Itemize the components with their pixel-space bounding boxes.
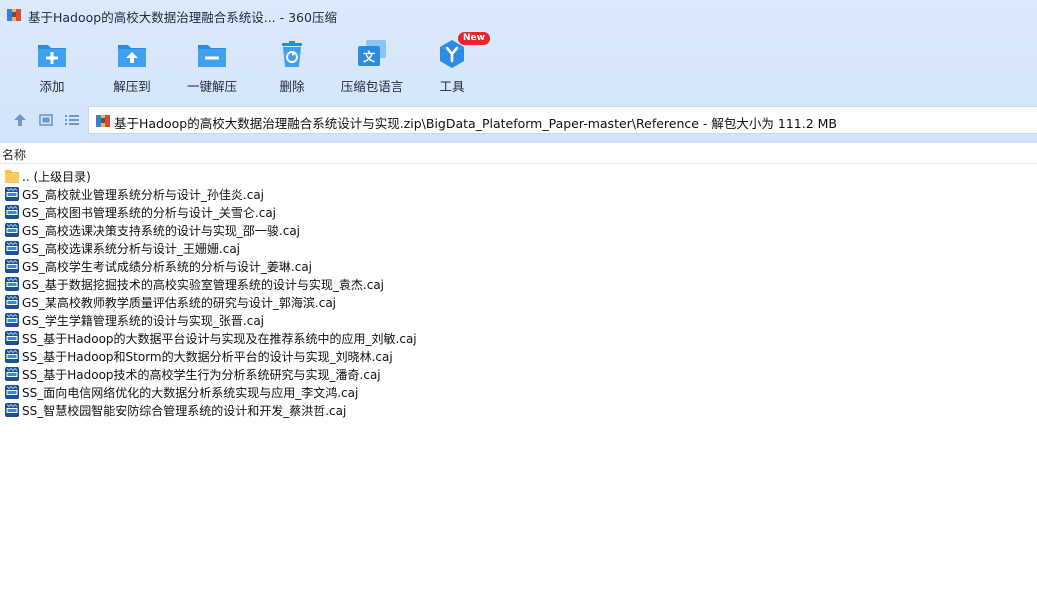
file-row[interactable]: SS_基于Hadoop技术的高校学生行为分析系统研究与实现_潘奇.caj xyxy=(0,365,1037,383)
app-window: 基于Hadoop的高校大数据治理融合系统设... - 360压缩 添加 解压到 xyxy=(0,0,1037,592)
file-row[interactable]: GS_高校学生考试成绩分析系统的分析与设计_姜琳.caj xyxy=(0,257,1037,275)
tools-button[interactable]: New 工具 xyxy=(412,32,492,96)
file-row[interactable]: GS_高校图书管理系统的分析与设计_关雪仑.caj xyxy=(0,203,1037,221)
parent-directory-row[interactable]: .. (上级目录) xyxy=(0,167,1037,185)
zip-file-icon xyxy=(96,115,110,127)
address-path: 基于Hadoop的高校大数据治理融合系统设计与实现.zip\BigData_Pl… xyxy=(114,116,838,131)
extract-to-icon xyxy=(118,45,146,67)
file-row[interactable]: GS_学生学籍管理系统的设计与实现_张晋.caj xyxy=(0,311,1037,329)
extract-to-label: 解压到 xyxy=(113,79,151,94)
caj-file-icon xyxy=(5,205,19,219)
archive-language-button[interactable]: 文 压缩包语言 xyxy=(332,36,412,96)
file-name: GS_高校图书管理系统的分析与设计_关雪仑.caj xyxy=(22,206,277,220)
caj-file-icon xyxy=(5,403,19,417)
file-name: GS_高校就业管理系统分析与设计_孙佳炎.caj xyxy=(22,188,265,202)
file-row[interactable]: SS_面向电信网络优化的大数据分析系统实现与应用_李文鸿.caj xyxy=(0,383,1037,401)
file-name: GS_学生学籍管理系统的设计与实现_张晋.caj xyxy=(22,314,265,328)
caj-file-icon xyxy=(5,241,19,255)
file-row[interactable]: GS_高校选课决策支持系统的设计与实现_邵一骏.caj xyxy=(0,221,1037,239)
delete-label: 删除 xyxy=(279,79,305,94)
caj-file-icon xyxy=(5,367,19,381)
parent-directory-label: .. (上级目录) xyxy=(22,170,91,184)
new-badge: New xyxy=(458,32,490,45)
svg-text:文: 文 xyxy=(363,49,376,64)
file-row[interactable]: GS_某高校教师教学质量评估系统的研究与设计_郭海滨.caj xyxy=(0,293,1037,311)
add-button[interactable]: 添加 xyxy=(12,36,92,96)
file-name: SS_基于Hadoop技术的高校学生行为分析系统研究与实现_潘奇.caj xyxy=(22,368,381,382)
file-row[interactable]: SS_智慧校园智能安防综合管理系统的设计和开发_蔡洪哲.caj xyxy=(0,401,1037,419)
file-list-header: 名称 xyxy=(0,143,1037,164)
caj-file-icon xyxy=(5,385,19,399)
caj-file-icon xyxy=(5,187,19,201)
archive-app-icon xyxy=(7,9,21,21)
file-row[interactable]: SS_基于Hadoop的大数据平台设计与实现及在推荐系统中的应用_刘敏.caj xyxy=(0,329,1037,347)
one-click-extract-label: 一键解压 xyxy=(186,79,237,94)
caj-file-icon xyxy=(5,331,19,345)
one-click-extract-button[interactable]: 一键解压 xyxy=(172,36,252,96)
caj-file-icon xyxy=(5,223,19,237)
column-header-name[interactable]: 名称 xyxy=(2,146,26,163)
window-title: 基于Hadoop的高校大数据治理融合系统设... - 360压缩 xyxy=(28,10,337,25)
caj-file-icon xyxy=(5,313,19,327)
file-name: GS_基于数据挖掘技术的高校实验室管理系统的设计与实现_袁杰.caj xyxy=(22,278,385,292)
caj-file-icon xyxy=(5,277,19,291)
file-row[interactable]: SS_基于Hadoop和Storm的大数据分析平台的设计与实现_刘晓林.caj xyxy=(0,347,1037,365)
delete-icon xyxy=(282,41,302,67)
add-icon xyxy=(38,45,66,67)
language-icon: 文 xyxy=(358,40,386,66)
address-row: 基于Hadoop的高校大数据治理融合系统设计与实现.zip\BigData_Pl… xyxy=(0,104,1037,136)
folder-icon xyxy=(5,170,19,183)
add-label: 添加 xyxy=(39,79,65,94)
file-name: GS_某高校教师教学质量评估系统的研究与设计_郭海滨.caj xyxy=(22,296,337,310)
thumbnail-view-icon[interactable] xyxy=(37,111,55,129)
caj-file-icon xyxy=(5,349,19,363)
caj-file-icon xyxy=(5,259,19,273)
toolbar: 添加 解压到 一键解压 删除 文 压缩包语言 New 工具 xyxy=(0,30,1037,98)
file-name: SS_面向电信网络优化的大数据分析系统实现与应用_李文鸿.caj xyxy=(22,386,359,400)
file-name: SS_基于Hadoop和Storm的大数据分析平台的设计与实现_刘晓林.caj xyxy=(22,350,393,364)
title-bar: 基于Hadoop的高校大数据治理融合系统设... - 360压缩 xyxy=(0,0,1037,30)
archive-language-label: 压缩包语言 xyxy=(340,79,404,94)
file-name: GS_高校选课决策支持系统的设计与实现_邵一骏.caj xyxy=(22,224,301,238)
file-name: SS_基于Hadoop的大数据平台设计与实现及在推荐系统中的应用_刘敏.caj xyxy=(22,332,417,346)
list-view-icon[interactable] xyxy=(63,111,81,129)
one-click-extract-icon xyxy=(198,45,226,67)
file-row[interactable]: GS_基于数据挖掘技术的高校实验室管理系统的设计与实现_袁杰.caj xyxy=(0,275,1037,293)
file-name: SS_智慧校园智能安防综合管理系统的设计和开发_蔡洪哲.caj xyxy=(22,404,347,418)
file-row[interactable]: GS_高校就业管理系统分析与设计_孙佳炎.caj xyxy=(0,185,1037,203)
file-name: GS_高校学生考试成绩分析系统的分析与设计_姜琳.caj xyxy=(22,260,313,274)
file-row[interactable]: GS_高校选课系统分析与设计_王姗姗.caj xyxy=(0,239,1037,257)
address-bar[interactable]: 基于Hadoop的高校大数据治理融合系统设计与实现.zip\BigData_Pl… xyxy=(88,106,1037,134)
caj-file-icon xyxy=(5,295,19,309)
extract-to-button[interactable]: 解压到 xyxy=(92,36,172,96)
delete-button[interactable]: 删除 xyxy=(252,36,332,96)
file-list: .. (上级目录) GS_高校就业管理系统分析与设计_孙佳炎.caj GS_高校图… xyxy=(0,167,1037,419)
file-name: GS_高校选课系统分析与设计_王姗姗.caj xyxy=(22,242,241,256)
tools-label: 工具 xyxy=(439,79,465,94)
up-arrow-icon[interactable] xyxy=(11,111,29,129)
